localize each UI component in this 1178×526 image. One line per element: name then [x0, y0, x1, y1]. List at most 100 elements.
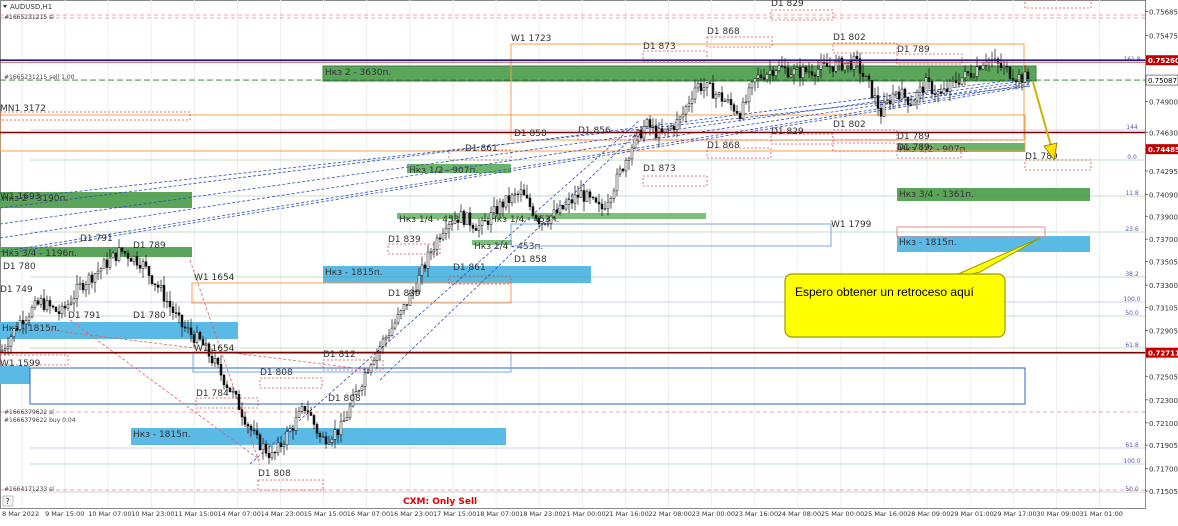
level-label-35: D1 808 — [258, 469, 291, 479]
level-label-25: D1 749 — [0, 285, 33, 295]
candle-body — [798, 67, 802, 78]
candle-body — [534, 215, 538, 219]
order-label-buy: #1666379622 buy 0.04 — [4, 417, 76, 424]
candle-body — [63, 305, 67, 309]
candle-body — [519, 189, 523, 195]
candle-body — [189, 327, 193, 335]
price-tick-label-7: 0.74295 — [1149, 168, 1178, 176]
time-label-5: 14 Mar 07:00 — [218, 510, 261, 518]
candle-body — [15, 328, 19, 330]
time-label-17: 23 Mar 16:00 — [735, 510, 778, 518]
time-label-15: 22 Mar 08:00 — [649, 510, 692, 518]
time-label-13: 21 Mar 00:00 — [562, 510, 605, 518]
level-label-22: D1 861 — [453, 263, 486, 273]
candle-body — [258, 434, 262, 450]
level-label-16: W1 1693 — [0, 192, 40, 202]
trading-chart[interactable]: Нкз 2 - 3630п. Нкз 1/2 - 907п. Нкз 2 - 319… — [0, 0, 1178, 522]
level-label-8: D1 856 — [578, 126, 611, 136]
candle-body — [219, 364, 223, 376]
candle-body — [510, 194, 514, 203]
level-label-12: D1 802 — [833, 120, 866, 130]
price-tick-label-12: 0.73300 — [1149, 282, 1178, 290]
candle-body — [30, 307, 34, 318]
time-label-20: 25 Mar 16:00 — [864, 510, 907, 518]
candle-body — [342, 420, 346, 422]
candle-body — [783, 66, 787, 69]
candle-body — [627, 158, 631, 161]
candle-body — [831, 66, 835, 72]
candle-body — [111, 252, 115, 259]
candle-body — [810, 71, 814, 76]
candle-body — [153, 283, 157, 286]
candle-body — [675, 119, 679, 130]
candle-body — [456, 219, 460, 223]
candle-body — [360, 386, 364, 391]
time-label-14: 21 Mar 16:00 — [605, 510, 648, 518]
candle-body — [573, 194, 577, 204]
candle-body — [69, 302, 73, 305]
candle-body — [765, 74, 769, 80]
candle-body — [1020, 74, 1024, 83]
candle-body — [402, 304, 406, 311]
candle-body — [48, 300, 52, 307]
zone-nkz2-3630-label: Нкз 2 - 3630п. — [325, 68, 391, 78]
candle-body — [651, 125, 655, 128]
candle-body — [876, 95, 880, 109]
candle-body — [21, 320, 25, 325]
price-chart-svg[interactable]: Нкз 2 - 3630п.Нкз 1/2 - 907п.Нкз 2 - 319… — [0, 0, 1178, 522]
candle-body — [255, 430, 259, 436]
level-label-20: D1 789 — [133, 241, 166, 251]
candle-body — [756, 74, 760, 79]
candle-body — [246, 424, 250, 427]
candle-body — [105, 259, 109, 268]
candle-body — [99, 268, 103, 272]
candle-body — [261, 443, 265, 450]
candle-body — [27, 316, 31, 321]
candle-body — [126, 252, 130, 259]
candle-body — [60, 305, 64, 315]
candle-body — [501, 201, 505, 208]
level-box-1 — [706, 36, 773, 48]
candle-body — [972, 76, 976, 78]
candle-body — [630, 147, 634, 160]
candle-body — [1023, 71, 1027, 83]
candle-body — [975, 66, 979, 77]
candle-body — [705, 82, 709, 89]
candle-body — [882, 102, 886, 117]
candle-body — [915, 91, 919, 102]
candle-body — [396, 314, 400, 324]
time-label-1: 9 Mar 15:00 — [45, 510, 84, 518]
candle-body — [108, 257, 112, 268]
candle-body — [222, 374, 226, 386]
level-label-27: D1 791 — [68, 311, 101, 321]
level-box-5 — [1024, 0, 1092, 9]
order-label-sl-2: #1666379622 sl — [4, 409, 54, 416]
candle-body — [909, 104, 913, 106]
candle-body — [330, 439, 334, 443]
candle-body — [327, 441, 331, 445]
candle-body — [579, 190, 583, 198]
candle-body — [420, 264, 424, 276]
candle-body — [84, 284, 88, 291]
candle-body — [444, 228, 448, 234]
candle-body — [921, 86, 925, 94]
candle-body — [828, 66, 832, 68]
time-label-10: 17 Mar 15:00 — [433, 510, 476, 518]
candle-body — [693, 87, 697, 100]
candle-body — [612, 190, 616, 199]
price-tick-label-0: 0.75685 — [1149, 8, 1178, 16]
trend-fan-3 — [0, 83, 1031, 253]
candle-body — [708, 82, 712, 84]
candle-body — [312, 415, 316, 425]
candle-body — [399, 310, 403, 315]
time-label-16: 23 Mar 00:00 — [692, 510, 735, 518]
candle-body — [465, 212, 469, 225]
candle-body — [450, 223, 454, 225]
time-label-24: 30 Mar 09:00 — [1036, 510, 1079, 518]
candle-body — [315, 424, 319, 434]
candle-body — [453, 219, 457, 224]
candle-body — [132, 256, 136, 262]
candle-body — [759, 74, 763, 79]
candle-body — [951, 79, 955, 82]
time-label-0: 8 Mar 2022 — [2, 510, 39, 518]
